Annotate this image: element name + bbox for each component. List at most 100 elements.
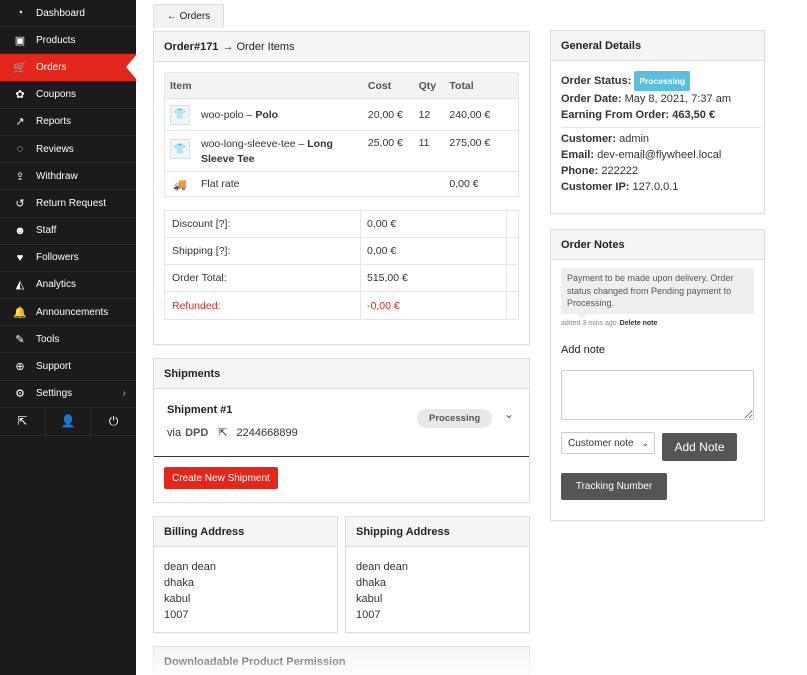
back-to-orders-button[interactable]: ← Orders — [153, 4, 224, 28]
product-thumbnail[interactable]: 👕 — [170, 139, 190, 159]
order-items-header: Order#171 → Order Items — [154, 32, 529, 62]
sidebar-item-products[interactable]: ▣ Products — [0, 27, 136, 55]
order-date-line: Order Date: May 8, 2021, 7:37 am — [561, 93, 731, 105]
billing-address-text: dean dean dhaka kabul 1007 — [164, 559, 216, 623]
sidebar-item-followers[interactable]: ♥ Followers — [0, 245, 136, 272]
item-name[interactable]: woo-polo – Polo — [201, 109, 278, 121]
user-icon[interactable]: 👤 — [46, 407, 92, 435]
order-items-table: Item Cost Qty Total 👕 woo-polo – Polo 20… — [164, 72, 519, 197]
order-items-subtitle: → Order Items — [222, 40, 295, 53]
sidebar-item-coupons[interactable]: ✿ Coupons — [0, 82, 136, 109]
via-label: via — [167, 426, 182, 439]
sidebar-item-label: Coupons — [36, 89, 77, 101]
external-link-icon[interactable]: ⇱ — [0, 407, 46, 435]
order-status-line: Order Status: Processing — [561, 71, 761, 91]
earning-line: Earning From Order: 463,50 € — [561, 109, 716, 121]
comments-icon: ◌ — [16, 143, 24, 156]
truck-icon: 🚚 — [173, 178, 187, 191]
table-header-row: Item Cost Qty Total — [165, 73, 518, 99]
sidebar-item-label: Followers — [36, 252, 79, 264]
col-total: Total — [449, 79, 474, 92]
address-line: kabul — [356, 593, 383, 605]
sidebar-item-label: Orders — [36, 61, 67, 73]
gift-icon: ✿ — [15, 89, 25, 102]
divider — [561, 127, 761, 128]
billing-address-header: Billing Address — [154, 517, 337, 547]
shipping-cell: 🚚 Flat rate — [165, 178, 368, 191]
address-line: 1007 — [164, 609, 189, 621]
sidebar-item-settings[interactable]: ⚙ Settings › — [0, 381, 136, 408]
order-notes-header: Order Notes — [551, 230, 764, 260]
delete-note-link[interactable]: Delete note — [620, 320, 658, 327]
sidebar-item-withdraw[interactable]: ⇪ Withdraw — [0, 163, 136, 191]
add-note-button[interactable]: Add Note — [662, 433, 737, 461]
sidebar-item-reviews[interactable]: ◌ Reviews — [0, 136, 136, 164]
add-note-label: Add note — [561, 344, 606, 356]
note-meta: added 3 mins ago Delete note — [561, 320, 658, 327]
item-name[interactable]: woo-long-sleeve-tee – Long Sleeve Tee — [201, 137, 333, 167]
totals-row: Discount [?]: 0,00 € — [165, 211, 518, 238]
chevron-right-icon: › — [122, 388, 126, 400]
address-line: kabul — [164, 593, 191, 605]
shipping-label[interactable]: Shipping [?]: — [165, 238, 361, 264]
briefcase-icon: ▣ — [14, 34, 26, 47]
downloadable-permission-panel: Downloadable Product Permission — [153, 646, 530, 675]
sidebar-item-label: Staff — [36, 225, 57, 237]
power-icon[interactable]: ⏻ — [91, 408, 136, 435]
general-details-panel: General Details Order Status: Processing… — [550, 30, 765, 214]
shipping-address-header: Shipping Address — [346, 517, 529, 547]
sidebar-item-reports[interactable]: ↗ Reports — [0, 109, 136, 136]
sidebar-bottom-bar: ⇱ 👤 ⏻ — [0, 407, 136, 436]
item-cost: 20,00 € — [367, 108, 403, 121]
upload-icon: ⇪ — [15, 170, 25, 183]
sidebar-item-staff[interactable]: ☻ Staff — [0, 218, 136, 245]
sidebar-item-label: Analytics — [36, 279, 77, 291]
phone-line: Phone: 222222 — [561, 165, 639, 177]
downloadable-header: Downloadable Product Permission — [154, 647, 529, 675]
sidebar-item-label: Tools — [36, 333, 60, 345]
sidebar-item-announcements[interactable]: 🔔 Announcements — [0, 299, 136, 327]
general-details-header: General Details — [551, 31, 764, 61]
sidebar-item-return-request[interactable]: ↺ Return Request — [0, 190, 136, 218]
sidebar-item-label: Support — [36, 361, 72, 373]
totals-row: Refunded: -0,00 € — [165, 292, 518, 319]
sidebar-item-support[interactable]: ⊕ Support — [0, 353, 136, 381]
item-qty: 12 — [418, 108, 431, 121]
sidebar: ◔ Dashboard ▣ Products 🛒 Orders ✿ Coupons ↗ Repor… — [0, 0, 137, 675]
tracking-number-button[interactable]: Tracking Number — [561, 473, 667, 500]
product-thumbnail[interactable]: 👕 — [170, 104, 190, 125]
cart-icon: 🛒 — [13, 61, 27, 74]
carrier-name: DPD — [185, 426, 209, 439]
lifebuoy-icon: ⊕ — [15, 361, 25, 374]
refunded-label: Refunded: — [165, 292, 361, 319]
sidebar-item-analytics[interactable]: ◭ Analytics — [0, 272, 136, 300]
tracking-number: 2244668899 — [236, 426, 298, 439]
sidebar-item-label: Reviews — [36, 143, 74, 155]
sidebar-item-tools[interactable]: ✎ Tools — [0, 326, 136, 354]
shipments-header: Shipments — [154, 359, 529, 389]
item-qty: 11 — [418, 137, 430, 149]
sidebar-item-orders[interactable]: 🛒 Orders — [0, 54, 137, 82]
dashboard-icon: ◔ — [16, 7, 24, 20]
create-shipment-button[interactable]: Create New Shipment — [164, 467, 278, 489]
note-type-select[interactable]: Customer note ⌄ — [561, 432, 655, 454]
sidebar-item-label: Reports — [36, 116, 72, 128]
item-total: 240,00 € — [449, 108, 491, 121]
item-total: 275,00 € — [449, 137, 491, 149]
chevron-down-icon[interactable]: ⌄ — [504, 407, 514, 421]
shipments-panel: Shipments Shipment #1 via DPD ⇱ 22446688… — [153, 358, 530, 503]
refunded-value: -0,00 € — [361, 292, 507, 319]
shipping-address-text: dean dean dhaka kabul 1007 — [356, 559, 408, 623]
sidebar-item-label: Announcements — [36, 306, 109, 318]
area-chart-icon: ◭ — [15, 279, 25, 292]
users-icon: ☻ — [14, 224, 26, 237]
sidebar-item-label: Return Request — [36, 197, 107, 209]
discount-label[interactable]: Discount [?]: — [165, 211, 361, 237]
note-textarea[interactable] — [561, 370, 754, 420]
order-items-panel: Order#171 → Order Items Item Cost Qty To… — [153, 31, 530, 345]
sidebar-item-dashboard[interactable]: ◔ Dashboard — [0, 0, 136, 28]
external-link-icon[interactable]: ⇱ — [218, 426, 227, 439]
main-content: ← Orders Order#171 → Order Items Item Co… — [136, 0, 807, 675]
shipment-card[interactable]: Shipment #1 via DPD ⇱ 2244668899 Process… — [154, 389, 529, 457]
col-qty: Qty — [418, 79, 437, 92]
